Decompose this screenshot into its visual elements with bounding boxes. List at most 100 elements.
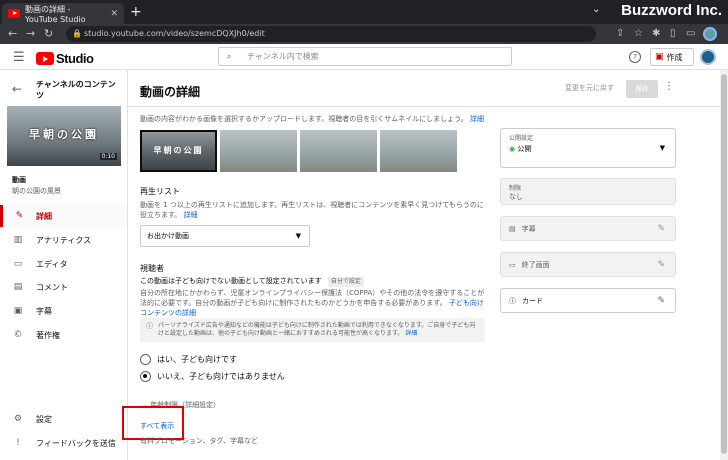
search-input[interactable]: ⌕ チャンネル内で検索 — [218, 47, 512, 66]
pencil-icon[interactable]: ✎ — [657, 289, 665, 312]
radio-circle-selected — [140, 371, 151, 382]
extension-icon[interactable]: ✱ — [652, 28, 660, 39]
cards-row[interactable]: ⓘ カード ✎ — [500, 288, 676, 313]
reload-icon[interactable]: ↻ — [44, 27, 53, 40]
end-screen-row[interactable]: ▭ 終了画面 ✎ — [500, 252, 676, 277]
new-tab-icon[interactable]: + — [130, 4, 142, 20]
sidebar-item-analytics[interactable]: ▥ アナリティクス — [0, 229, 127, 251]
end-screen-label: 終了画面 — [521, 260, 550, 269]
thumbnail-description-text: 動画の内容がわかる画像を選択するかアップロードします。視聴者の目を引くサムネイル… — [140, 115, 468, 123]
header-divider — [128, 106, 720, 107]
sidebar-item-editor[interactable]: ▭ エディタ — [0, 253, 127, 275]
playlist-select[interactable]: お出かけ動画 ▼ — [140, 225, 310, 247]
subtitles-row[interactable]: ▤ 字幕 ✎ — [500, 216, 676, 241]
sidebar-item-label: フィードバックを送信 — [36, 438, 116, 448]
subtitles-icon: ▣ — [13, 306, 23, 316]
search-icon: ⌕ — [227, 52, 232, 61]
tab-search-icon[interactable]: ⌄ — [592, 4, 600, 15]
editor-icon: ▭ — [13, 259, 23, 269]
tab-close-icon[interactable]: ✕ — [110, 9, 118, 19]
visibility-value-text: 公開 — [517, 145, 532, 153]
radio-made-for-kids[interactable]: はい、子ども向けです — [140, 354, 237, 365]
gear-icon: ⚙ — [13, 414, 23, 424]
avatar[interactable] — [700, 49, 716, 65]
end-screen-icon: ▭ — [509, 260, 516, 269]
thumbnail-option[interactable] — [220, 130, 297, 172]
playlist-description: 動画を 1 つ以上の再生リストに追加します。再生リストは、視聴者にコンテンツを素… — [140, 200, 485, 220]
thumbnail-option-selected[interactable]: 早朝の公園 — [140, 130, 217, 172]
undo-changes-button[interactable]: 変更を元に戻す — [565, 83, 614, 93]
thumbnail-learn-more-link[interactable]: 詳細 — [470, 115, 484, 123]
help-icon[interactable]: ? — [629, 51, 641, 63]
sidebar: ← チャンネルのコンテンツ 早朝の公園 0:10 動画 朝の公園の風景 ✎ 詳細… — [0, 70, 128, 460]
radio-circle — [140, 354, 151, 365]
subtitles-row-content: ▤ 字幕 — [509, 217, 536, 240]
url-text: studio.youtube.com/video/szemcDQXJh0/edi… — [84, 29, 265, 38]
visibility-select[interactable]: 公開設定 ◉ 公開 ▼ — [500, 128, 676, 168]
details-panel: 動画の詳細 変更を元に戻す 保存 ⋮ 動画の内容がわかる画像を選択するかアップロ… — [122, 70, 720, 460]
address-bar: ← → ↻ 🔒 studio.youtube.com/video/szemcDQ… — [0, 24, 728, 44]
kids-notice-link[interactable]: 詳細 — [405, 330, 417, 337]
visibility-label: 公開設定 — [509, 135, 534, 142]
video-thumbnail[interactable]: 早朝の公園 0:10 — [7, 106, 121, 166]
channel-content-title[interactable]: チャンネルのコンテンツ — [36, 79, 120, 101]
lock-icon: 🔒 — [72, 29, 82, 38]
sidebar-item-label: 詳細 — [36, 211, 52, 221]
pencil-icon: ✎ — [15, 211, 24, 221]
save-button[interactable]: 保存 — [626, 80, 658, 98]
sidepanel-icon[interactable]: ▯ — [670, 28, 676, 39]
sidebar-item-comments[interactable]: ▤ コメント — [0, 276, 127, 298]
back-arrow-icon[interactable]: ← — [8, 27, 17, 40]
forward-arrow-icon[interactable]: → — [26, 27, 35, 40]
url-field[interactable]: 🔒 studio.youtube.com/video/szemcDQXJh0/e… — [66, 26, 596, 42]
video-duration: 0:10 — [99, 153, 117, 160]
playlist-learn-more-link[interactable]: 詳細 — [184, 211, 198, 219]
sidebar-item-settings[interactable]: ⚙ 設定 — [0, 408, 127, 430]
thumbnail-options: 早朝の公園 — [140, 130, 457, 172]
scrollbar[interactable] — [720, 70, 728, 460]
pencil-icon[interactable]: ✎ — [657, 217, 665, 240]
browser-profile-avatar[interactable] — [703, 27, 717, 41]
brand-watermark: Buzzword Inc. — [621, 2, 722, 19]
more-options-icon[interactable]: ⋮ — [664, 81, 674, 92]
menu-icon[interactable]: ☰ — [13, 50, 25, 65]
info-icon: ⓘ — [509, 296, 516, 305]
analytics-icon: ▥ — [13, 235, 23, 245]
radio-not-for-kids[interactable]: いいえ、子ども向けではありません — [140, 371, 285, 382]
kids-notice: ⓘ パーソナライズド広告や通知などの機能は子ども向けに制作された動画では利用でき… — [140, 318, 485, 342]
dropdown-arrow-icon: ▼ — [659, 144, 665, 152]
eye-icon: ◉ — [509, 145, 516, 153]
sidebar-item-copyright[interactable]: © 著作権 — [0, 324, 127, 346]
thumbnail-option[interactable] — [300, 130, 377, 172]
youtube-logo-icon — [36, 52, 54, 65]
audience-status-text: この動画は子ども向けでない動画として設定されています — [140, 277, 322, 285]
bookmark-star-icon[interactable]: ☆ — [634, 28, 643, 39]
thumbnail-option-title: 早朝の公園 — [153, 146, 204, 155]
thumbnail-option[interactable] — [380, 130, 457, 172]
feedback-icon: ! — [16, 438, 20, 448]
sidebar-item-label: アナリティクス — [36, 235, 92, 245]
split-icon[interactable]: ▭ — [686, 28, 695, 39]
thumbnail-description: 動画の内容がわかる画像を選択するかアップロードします。視聴者の目を引くサムネイル… — [140, 114, 485, 124]
page-title: 動画の詳細 — [140, 85, 201, 99]
sidebar-item-subtitles[interactable]: ▣ 字幕 — [0, 300, 127, 322]
browser-tab[interactable]: 動画の詳細 - YouTube Studio ✕ — [2, 3, 124, 24]
end-screen-row-content: ▭ 終了画面 — [509, 253, 550, 276]
sidebar-item-details[interactable]: ✎ 詳細 — [0, 205, 127, 227]
playlist-heading: 再生リスト — [140, 187, 180, 196]
show-all-link[interactable]: すべて表示 — [140, 421, 174, 431]
sidebar-item-feedback[interactable]: ! フィードバックを送信 — [0, 432, 127, 454]
create-button[interactable]: ▣ 作成 — [650, 48, 694, 66]
radio-label: はい、子ども向けです — [157, 355, 237, 364]
studio-logo[interactable]: Studio — [36, 51, 94, 66]
share-icon[interactable]: ⇪ — [616, 28, 624, 39]
pencil-icon[interactable]: ✎ — [657, 253, 665, 276]
kids-notice-text: パーソナライズド広告や通知などの機能は子ども向けに制作された動画では利用できなく… — [158, 322, 476, 337]
audience-badge: 自分で設定 — [327, 277, 364, 287]
back-arrow-icon[interactable]: ← — [12, 82, 22, 96]
restriction-label: 制限 — [509, 185, 522, 192]
scrollbar-thumb[interactable] — [721, 74, 727, 454]
visibility-value: ◉ 公開 — [509, 144, 531, 154]
audience-description-text: 自分の所在地にかかわらず、児童オンラインプライバシー保護法（COPPA）やその他… — [140, 289, 485, 307]
sidebar-item-label: エディタ — [36, 259, 68, 269]
